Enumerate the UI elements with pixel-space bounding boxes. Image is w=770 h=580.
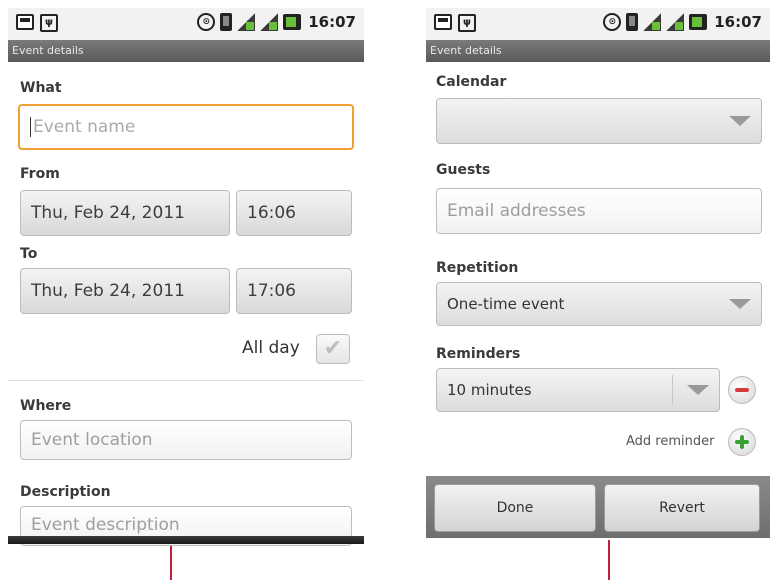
add-reminder-label: Add reminder: [626, 434, 715, 449]
usb-icon: ψ: [458, 14, 476, 32]
status-time: 16:07: [308, 13, 356, 31]
spinner-separator: [672, 375, 673, 405]
usb-icon: ψ: [40, 14, 58, 32]
dropdown-arrow-icon: [729, 116, 751, 126]
divider: [8, 380, 364, 381]
revert-button[interactable]: Revert: [604, 484, 760, 532]
from-label: From: [20, 166, 60, 182]
description-label: Description: [20, 484, 111, 500]
status-time: 16:07: [714, 13, 762, 31]
signal-icon: [643, 13, 662, 31]
vibrate-icon: [220, 13, 233, 31]
alarm-icon: ⊙: [197, 13, 216, 31]
calendar-spinner[interactable]: [436, 98, 762, 144]
dropdown-arrow-icon: [729, 299, 751, 309]
remove-reminder-button[interactable]: [728, 376, 756, 404]
event-details-screen-left: ψ ⊙ 16:07 Event details What Event name …: [8, 8, 364, 546]
vibrate-icon: [626, 13, 639, 31]
event-details-screen-right: ψ ⊙ 16:07 Event details Calendar Guests …: [426, 8, 770, 538]
add-reminder-button[interactable]: [728, 428, 756, 456]
to-date-button[interactable]: Thu, Feb 24, 2011: [20, 268, 230, 314]
signal-2-icon: [260, 13, 279, 31]
repetition-label: Repetition: [436, 260, 519, 276]
reminder-value: 10 minutes: [447, 381, 532, 399]
done-button[interactable]: Done: [434, 484, 596, 532]
repetition-value: One-time event: [447, 295, 565, 313]
signal-icon: [237, 13, 256, 31]
battery-icon: [689, 14, 708, 30]
alarm-icon: ⊙: [603, 13, 622, 31]
status-bar: ψ ⊙ 16:07: [426, 8, 770, 40]
signal-2-icon: [666, 13, 685, 31]
right-marker-line: [608, 540, 610, 580]
title-bar: Event details: [8, 40, 364, 62]
title-bar: Event details: [426, 40, 770, 62]
screen-bottom-edge: [8, 536, 364, 544]
repetition-spinner[interactable]: One-time event: [436, 282, 762, 326]
text-cursor: [30, 117, 31, 137]
from-date-button[interactable]: Thu, Feb 24, 2011: [20, 190, 230, 236]
action-bar: Done Revert: [426, 476, 770, 538]
calendar-label: Calendar: [436, 74, 507, 90]
sd-card-icon: [434, 14, 452, 30]
all-day-checkbox[interactable]: ✔: [316, 334, 350, 364]
sd-card-icon: [16, 14, 34, 30]
event-location-input[interactable]: Event location: [20, 420, 352, 460]
status-bar: ψ ⊙ 16:07: [8, 8, 364, 40]
event-name-input[interactable]: Event name: [18, 104, 354, 150]
all-day-label: All day: [242, 338, 300, 358]
guests-input[interactable]: Email addresses: [436, 188, 762, 234]
to-label: To: [20, 246, 38, 262]
to-time-button[interactable]: 17:06: [236, 268, 352, 314]
check-icon: ✔: [323, 336, 343, 361]
guests-label: Guests: [436, 162, 491, 178]
reminders-label: Reminders: [436, 346, 521, 362]
event-name-placeholder: Event name: [33, 117, 136, 137]
reminder-spinner[interactable]: 10 minutes: [436, 368, 720, 412]
battery-icon: [283, 14, 302, 30]
what-label: What: [20, 80, 62, 96]
plus-icon-vertical: [740, 435, 744, 449]
from-time-button[interactable]: 16:06: [236, 190, 352, 236]
minus-icon: [735, 388, 749, 392]
left-marker-line: [170, 546, 172, 580]
dropdown-arrow-icon: [687, 385, 709, 395]
where-label: Where: [20, 398, 72, 414]
